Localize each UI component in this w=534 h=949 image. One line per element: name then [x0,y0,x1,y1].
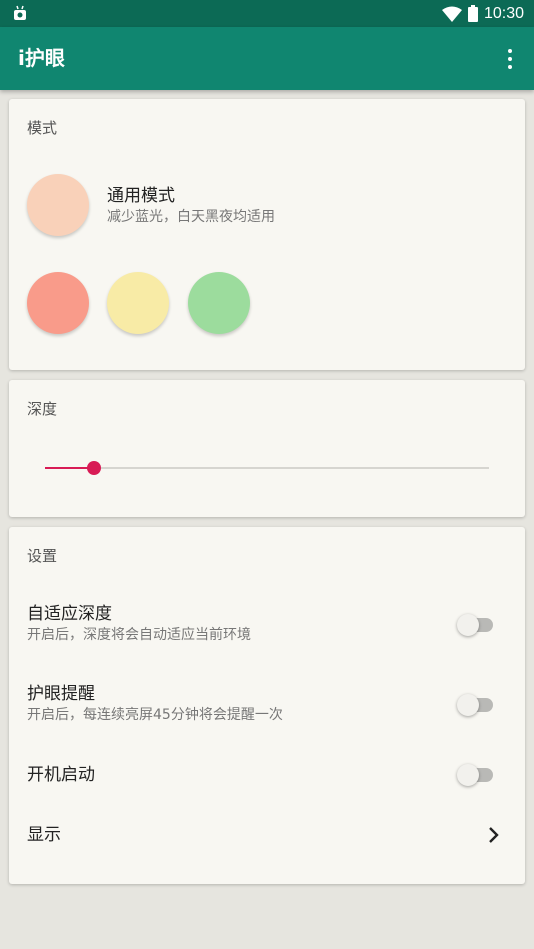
chevron-right-icon [489,827,499,843]
status-bar: 10:30 [0,0,534,27]
mode-option-yellow[interactable] [107,272,169,334]
app-title: i护眼 [18,46,65,70]
app-bar: i护眼 [0,27,534,90]
depth-card: 深度 [9,380,525,517]
setting-description: 开启后，每连续亮屏45分钟将会提醒一次 [27,707,283,723]
setting-display[interactable]: 显示 [9,811,525,859]
battery-icon [467,5,478,22]
setting-label: 护眼提醒 [27,684,95,704]
android-notification-icon [14,5,26,20]
setting-eye-reminder[interactable]: 护眼提醒 开启后，每连续亮屏45分钟将会提醒一次 [9,671,525,735]
current-mode-name: 通用模式 [107,186,175,206]
eye-reminder-toggle[interactable] [457,694,497,716]
setting-label: 开机启动 [27,765,95,785]
current-mode-swatch[interactable] [27,174,89,236]
status-time: 10:30 [483,4,524,22]
mode-card-title: 模式 [27,119,58,137]
slider-track [45,467,489,469]
setting-label: 显示 [27,825,61,845]
adaptive-depth-toggle[interactable] [457,614,497,636]
wifi-icon [441,6,462,22]
more-vert-icon[interactable] [498,47,522,71]
depth-slider[interactable] [45,460,489,476]
settings-card-title: 设置 [27,547,58,565]
mode-option-green[interactable] [188,272,250,334]
settings-card: 设置 自适应深度 开启后，深度将会自动适应当前环境 护眼提醒 开启后，每连续亮屏… [9,527,525,884]
setting-description: 开启后，深度将会自动适应当前环境 [27,627,251,643]
launch-on-boot-toggle[interactable] [457,764,497,786]
mode-card: 模式 通用模式 减少蓝光，白天黑夜均适用 [9,99,525,370]
depth-card-title: 深度 [27,400,58,418]
current-mode-description: 减少蓝光，白天黑夜均适用 [107,209,275,225]
setting-launch-on-boot[interactable]: 开机启动 [9,751,525,799]
mode-option-red[interactable] [27,272,89,334]
slider-thumb[interactable] [86,461,101,475]
setting-label: 自适应深度 [27,604,112,624]
setting-adaptive-depth[interactable]: 自适应深度 开启后，深度将会自动适应当前环境 [9,591,525,655]
